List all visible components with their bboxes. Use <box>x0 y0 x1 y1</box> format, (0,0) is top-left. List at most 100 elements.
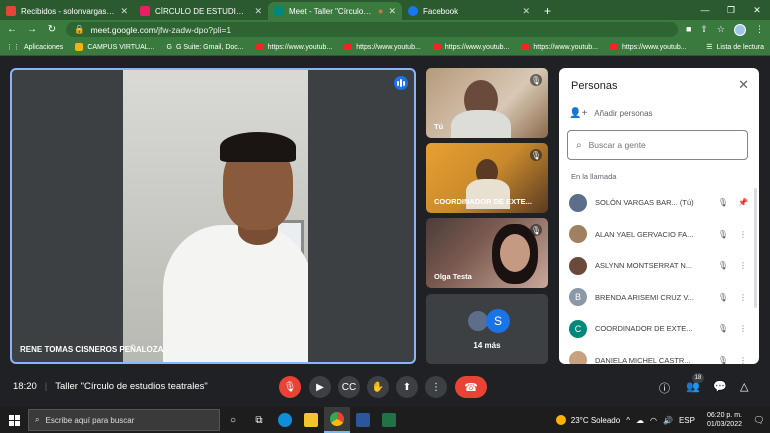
raise-hand-button[interactable]: ✋ <box>367 376 389 398</box>
people-search[interactable]: ⌕ <box>567 130 748 160</box>
meeting-title: Taller "Círculo de estudios teatrales" <box>55 381 208 392</box>
tab-circulo[interactable]: CÍRCULO DE ESTUDIOS TEATRAL ✕ <box>134 2 268 20</box>
back-icon[interactable]: ← <box>6 24 18 35</box>
bookmark-youtube-3[interactable]: https://www.youtub... <box>432 43 510 51</box>
taskbar-search-placeholder: Escribe aquí para buscar <box>45 415 135 425</box>
info-icon[interactable]: ⓘ <box>659 380 670 396</box>
minimize-icon[interactable]: — <box>692 5 718 15</box>
list-item[interactable]: SOLÓN VARGAS BAR... (Tú) 🎙 📌 <box>559 187 759 219</box>
tab-meet[interactable]: Meet - Taller "Círculo de estu ● ✕ <box>268 2 402 20</box>
mic-off-icon: 🎙 <box>530 149 542 161</box>
star-icon[interactable]: ☆ <box>717 24 725 36</box>
chevron-up-icon[interactable]: ^ <box>626 416 630 425</box>
profile-avatar[interactable] <box>734 23 746 36</box>
close-window-icon[interactable]: ✕ <box>744 5 770 16</box>
participant-tile-olga[interactable]: 🎙 Olga Testa <box>426 218 548 288</box>
participant-tile-coordinador[interactable]: 🎙 COORDINADOR DE EXTE... <box>426 143 548 213</box>
tab-facebook[interactable]: Facebook ✕ <box>402 2 536 20</box>
close-icon[interactable]: ✕ <box>120 6 128 17</box>
bookmark-youtube-2[interactable]: https://www.youtub... <box>344 44 421 51</box>
task-view-icon[interactable]: ⧉ <box>246 407 272 433</box>
notifications-icon[interactable]: 🗨 <box>748 415 770 426</box>
reload-icon[interactable]: ↻ <box>46 24 58 35</box>
participant-shirt <box>451 110 511 138</box>
bookmark-youtube-1[interactable]: https://www.youtub... <box>255 44 332 51</box>
close-icon[interactable]: ✕ <box>254 6 262 17</box>
more-options-icon[interactable]: ⋮ <box>737 230 749 239</box>
new-tab-button[interactable]: + <box>536 2 559 20</box>
bookmark-label: https://www.youtub... <box>533 43 598 51</box>
tab-gmail[interactable]: Recibidos - solonvargas.docente ✕ <box>0 2 134 20</box>
bookmark-label: https://www.youtub... <box>444 43 510 51</box>
present-button[interactable]: ⬆ <box>396 376 418 398</box>
list-item[interactable]: ALAN YAEL GERVACIO FA... 🎙 ⋮ <box>559 219 759 251</box>
list-item[interactable]: DANIELA MICHEL CASTR... 🎙 ⋮ <box>559 345 759 364</box>
camera-indicator-icon[interactable]: ■ <box>686 24 691 36</box>
list-item[interactable]: B BRENDA ARISEMI CRUZ V... 🎙 ⋮ <box>559 282 759 314</box>
more-participants-tile[interactable]: S 14 más <box>426 294 548 364</box>
start-button[interactable] <box>0 414 28 426</box>
speaker-figure <box>123 70 308 362</box>
leave-call-button[interactable]: ☎ <box>455 376 487 398</box>
youtube-icon <box>610 44 618 50</box>
maximize-icon[interactable]: ❐ <box>718 5 744 16</box>
more-options-button[interactable]: ⋮ <box>425 376 447 398</box>
bookmark-apps[interactable]: ⋮⋮ Aplicaciones <box>6 43 63 52</box>
list-item[interactable]: ASLYNN MONTSERRAT N... 🎙 ⋮ <box>559 250 759 282</box>
close-icon[interactable]: ✕ <box>738 77 749 93</box>
participant-name: SOLÓN VARGAS BAR... (Tú) <box>595 198 694 208</box>
network-icon[interactable]: ◠ <box>650 416 657 425</box>
more-options-icon[interactable]: ⋮ <box>737 293 749 302</box>
excel-app[interactable] <box>376 407 402 433</box>
chat-icon[interactable]: 💬 <box>713 380 727 393</box>
language-icon[interactable]: ESP <box>679 416 695 425</box>
more-options-icon[interactable]: ⋮ <box>737 356 749 364</box>
participant-tile-self[interactable]: 🎙 Tú <box>426 68 548 138</box>
weather-widget[interactable]: 23°C Soleado <box>555 415 621 425</box>
url-input[interactable]: 🔒 meet.google.com/jfw-zadw-dpo?pli=1 <box>66 22 678 37</box>
google-icon: G <box>166 43 172 51</box>
main-speaker-video[interactable]: RENE TOMAS CISNEROS PEÑALOZA <box>10 68 416 364</box>
system-clock[interactable]: 06:20 p. m. 01/03/2022 <box>701 411 748 429</box>
more-options-icon[interactable]: ⋮ <box>737 261 749 270</box>
excel-icon <box>382 413 396 427</box>
mic-toggle-button[interactable]: 🎙 <box>279 376 301 398</box>
bookmark-youtube-4[interactable]: https://www.youtub... <box>521 44 598 51</box>
forward-icon[interactable]: → <box>26 24 38 35</box>
taskbar-search[interactable]: ⌕ Escribe aquí para buscar <box>28 409 220 431</box>
bookmark-campus[interactable]: CAMPUS VIRTUAL... <box>75 43 154 51</box>
onedrive-icon[interactable]: ☁ <box>636 416 644 425</box>
menu-icon[interactable]: ⋮ <box>755 24 764 36</box>
chrome-app[interactable] <box>324 407 350 433</box>
activities-icon[interactable]: △ <box>740 380 748 393</box>
meeting-controls: 18:20 | Taller "Círculo de estudios teat… <box>0 364 770 407</box>
avatar <box>569 193 587 212</box>
mic-off-icon: 🎙 <box>717 355 729 364</box>
cortana-icon[interactable]: ○ <box>220 407 246 433</box>
reading-list[interactable]: ☰ Lista de lectura <box>706 43 764 52</box>
more-options-icon[interactable]: ⋮ <box>737 324 749 333</box>
camera-toggle-button[interactable]: ▶ <box>309 376 331 398</box>
pin-icon[interactable]: 📌 <box>737 198 749 207</box>
close-icon[interactable]: ✕ <box>522 6 530 17</box>
volume-icon[interactable]: 🔊 <box>663 416 673 425</box>
youtube-icon <box>344 44 353 50</box>
file-explorer-app[interactable] <box>298 407 324 433</box>
url-host: meet.google.com <box>90 24 156 35</box>
edge-app[interactable] <box>272 407 298 433</box>
captions-button[interactable]: CC <box>338 376 360 398</box>
bookmark-label: https://www.youtub... <box>356 43 421 51</box>
campus-icon <box>75 43 84 51</box>
add-people-button[interactable]: 👤+ Añadir personas <box>569 108 653 119</box>
bookmark-youtube-5[interactable]: https://www.youtub... <box>610 44 687 51</box>
weather-text: 23°C Soleado <box>570 415 621 425</box>
share-icon[interactable]: ⇪ <box>700 24 708 36</box>
word-app[interactable] <box>350 407 376 433</box>
recording-icon: ● <box>378 6 384 16</box>
list-item[interactable]: C COORDINADOR DE EXTE... 🎙 ⋮ <box>559 313 759 345</box>
panel-scrollbar[interactable] <box>754 188 757 308</box>
search-input[interactable] <box>588 140 729 150</box>
close-icon[interactable]: ✕ <box>388 6 396 17</box>
mic-off-icon: 🎙 <box>717 261 729 271</box>
bookmark-gsuite[interactable]: GG Suite: Gmail, Doc... <box>166 44 243 51</box>
